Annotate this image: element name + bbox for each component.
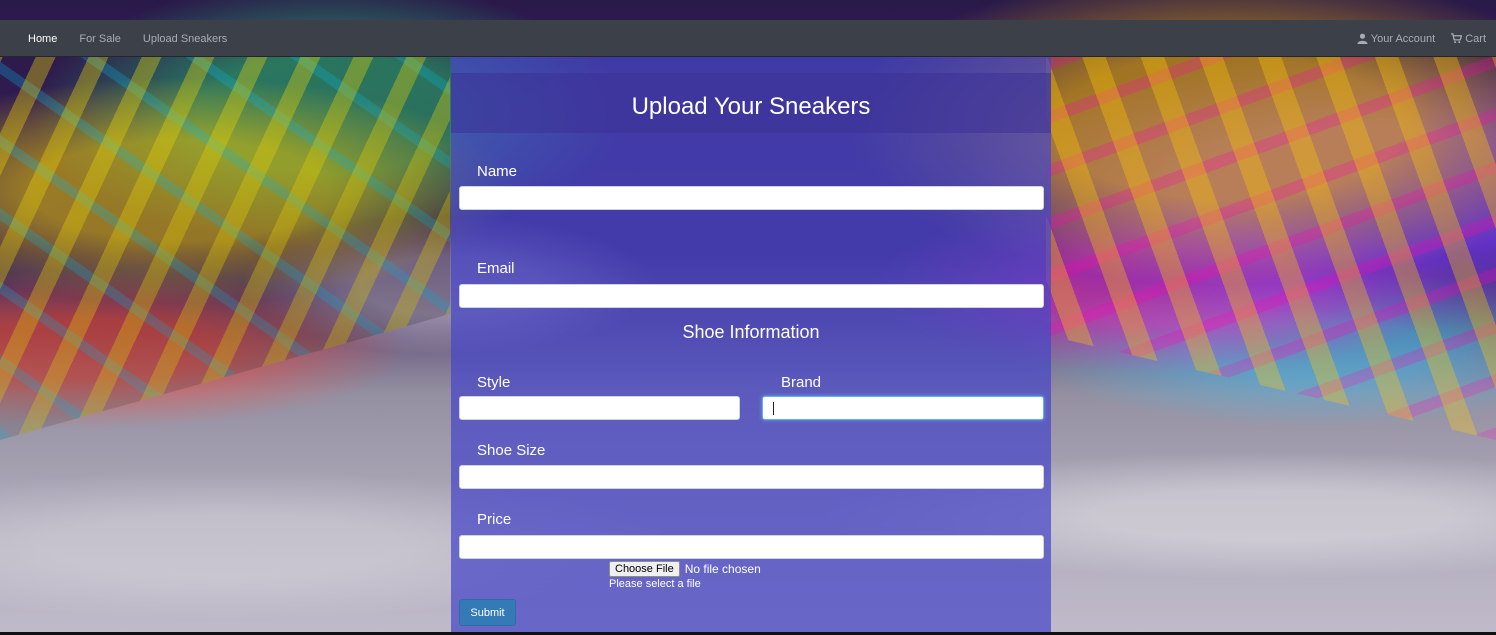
name-label: Name	[477, 163, 518, 180]
brand-label: Brand	[781, 374, 822, 391]
price-field[interactable]	[459, 535, 1044, 559]
submit-button[interactable]: Submit	[459, 599, 516, 626]
your-account-label: Your Account	[1370, 32, 1436, 45]
user-icon	[1357, 33, 1368, 44]
file-help-text: Please select a file	[609, 578, 701, 590]
nav-upload-sneakers-link[interactable]: Upload Sneakers	[143, 33, 227, 45]
nav-for-sale-link[interactable]: For Sale	[79, 33, 121, 45]
style-field[interactable]	[459, 396, 740, 420]
cart-icon	[1451, 33, 1463, 44]
text-caret	[773, 402, 774, 415]
file-upload-row: Choose File No file chosen	[609, 561, 761, 577]
name-field[interactable]	[459, 186, 1044, 210]
style-label: Style	[477, 374, 511, 391]
nav-right: Your Account Cart	[1341, 20, 1486, 57]
your-account-link[interactable]: Your Account	[1357, 33, 1435, 45]
price-label: Price	[477, 511, 512, 528]
page-title: Upload Your Sneakers	[631, 93, 871, 120]
email-label: Email	[477, 260, 515, 277]
shoe-size-label: Shoe Size	[477, 442, 546, 459]
cart-label: Cart	[1465, 32, 1486, 45]
page: Home For Sale Upload Sneakers Your Accou…	[0, 0, 1496, 635]
file-status-text: No file chosen	[684, 562, 761, 576]
brand-field[interactable]	[762, 396, 1044, 420]
email-field[interactable]	[459, 284, 1044, 308]
choose-file-button[interactable]: Choose File	[609, 561, 680, 577]
top-navbar: Home For Sale Upload Sneakers Your Accou…	[0, 20, 1496, 57]
nav-home-link[interactable]: Home	[28, 33, 57, 45]
nav-links: Home For Sale Upload Sneakers	[28, 20, 249, 57]
cart-link[interactable]: Cart	[1451, 33, 1486, 45]
shoe-information-heading: Shoe Information	[682, 322, 820, 342]
upload-form-panel: Upload Your Sneakers Name Email Shoe Inf…	[451, 57, 1051, 632]
shoe-size-field[interactable]	[459, 465, 1044, 489]
